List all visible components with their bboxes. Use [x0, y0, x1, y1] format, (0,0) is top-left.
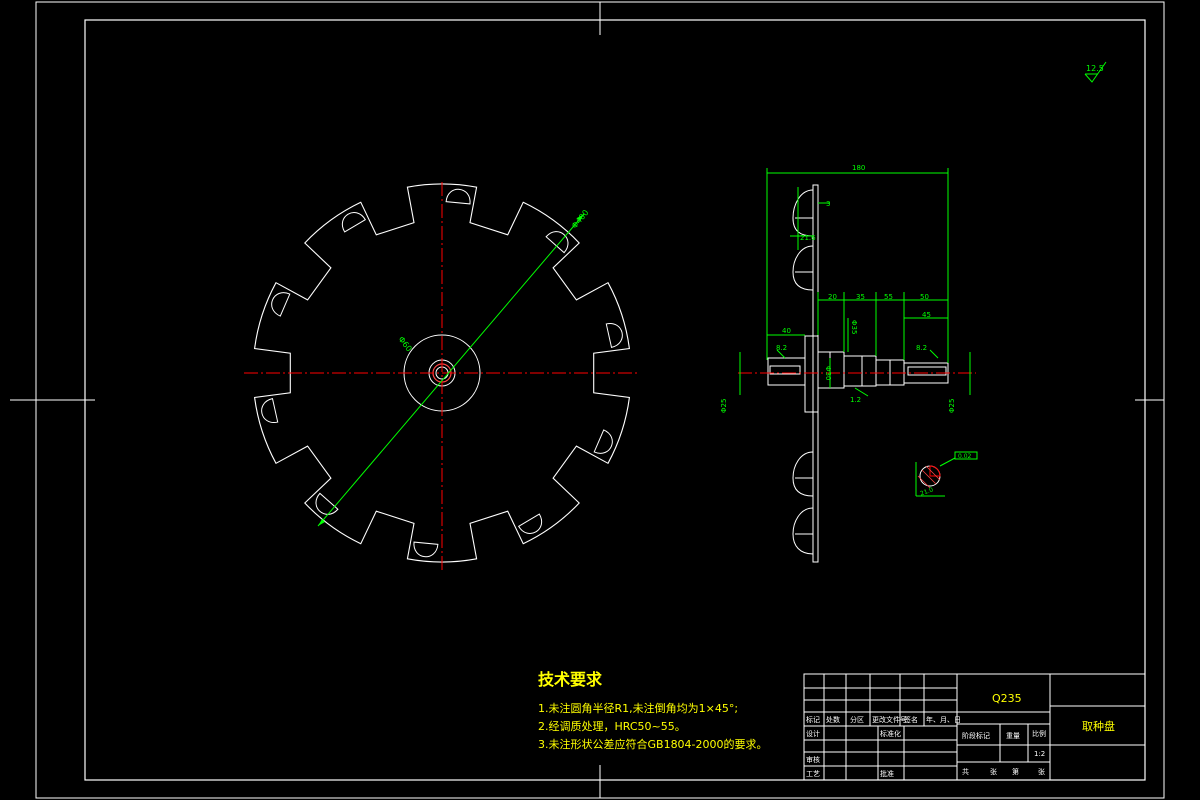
dim-20: 20	[828, 293, 837, 301]
side-dim-texts: 180 3 21.6 20 35 55 50 45 40 Φ35 Φ30 1.2…	[720, 164, 956, 413]
key-right: 8.2	[916, 344, 927, 352]
dim-3: 3	[826, 200, 830, 208]
dim-chamfer: 1.2	[850, 396, 861, 404]
sheet-no-label: 第	[1012, 767, 1019, 776]
dim-40: 40	[782, 327, 791, 335]
tech-item-1: 1.未注圆角半径R1,未注倒角均为1×45°;	[538, 702, 739, 715]
sheet-label: 张	[990, 767, 997, 776]
sheet-end-label: 张	[1038, 767, 1045, 776]
dim-shaft-mid: Φ30	[824, 366, 832, 380]
side-dimensions	[739, 168, 971, 397]
diameter-label: Φ400	[570, 208, 591, 230]
roughness-value: 12.5	[1086, 64, 1104, 73]
dim-shaft-big: Φ35	[850, 320, 858, 334]
dim-55: 55	[884, 293, 893, 301]
cup-1	[792, 189, 814, 237]
row-label-3: 更改文件号	[872, 715, 907, 724]
scale-label: 比例	[1032, 729, 1046, 738]
row-label-0: 标记	[806, 715, 820, 724]
design-label: 设计	[806, 729, 820, 738]
front-view: Φ400 Φ60	[244, 182, 640, 572]
cup-4	[792, 507, 814, 555]
sheets-label: 共	[962, 767, 969, 776]
dim-35: 35	[856, 293, 865, 301]
tech-title: 技术要求	[538, 670, 603, 689]
title-block-texts: Q235 取种盘 标记 处数 分区 更改文件号 签名 年、月、日 设计 标准化 …	[806, 692, 1115, 778]
dim-45: 45	[922, 311, 931, 319]
section-label: 0.02	[958, 453, 972, 460]
tech-item-2: 2.经调质处理，HRC50~55。	[538, 720, 686, 733]
pocket	[605, 323, 623, 348]
row-label-4: 签名	[904, 715, 918, 724]
cup-2	[792, 245, 814, 291]
pocket	[342, 212, 366, 233]
material: Q235	[992, 692, 1022, 705]
dim-50: 50	[920, 293, 929, 301]
standardize-label: 标准化	[880, 729, 901, 738]
tol-left: Φ25	[720, 399, 728, 413]
pocket	[545, 231, 569, 254]
check-label: 审核	[806, 755, 820, 764]
row-label-5: 年、月、日	[926, 715, 961, 724]
tech-requirements: 技术要求 1.未注圆角半径R1,未注倒角均为1×45°; 2.经调质处理，HRC…	[538, 666, 768, 754]
process-label: 工艺	[806, 770, 820, 778]
cup-3	[792, 451, 814, 497]
tech-item-3: 3.未注形状公差应符合GB1804-2000的要求。	[538, 738, 768, 751]
shaft-collar	[843, 355, 877, 387]
pocket	[261, 398, 279, 423]
scale-value: 1:2	[1034, 750, 1045, 758]
pocket	[413, 541, 439, 558]
pocket	[518, 513, 542, 534]
key-left: 8.2	[776, 344, 787, 352]
row-label-2: 分区	[850, 715, 864, 724]
hub-left	[804, 335, 818, 413]
row-label-1: 处数	[826, 715, 840, 724]
keyway-right	[907, 366, 947, 376]
tol-right: Φ25	[948, 399, 956, 413]
shaft-left	[767, 357, 806, 386]
part-name: 取种盘	[1082, 719, 1115, 733]
stage-mark-label: 阶段标记	[962, 731, 990, 740]
weight-label: 重量	[1006, 732, 1020, 740]
pocket	[445, 188, 471, 205]
dim-21: 21.6	[800, 234, 816, 242]
diameter-dim-line	[317, 213, 585, 527]
dim-overall: 180	[852, 164, 865, 172]
approve-label: 批准	[880, 769, 894, 778]
pocket	[315, 492, 339, 515]
